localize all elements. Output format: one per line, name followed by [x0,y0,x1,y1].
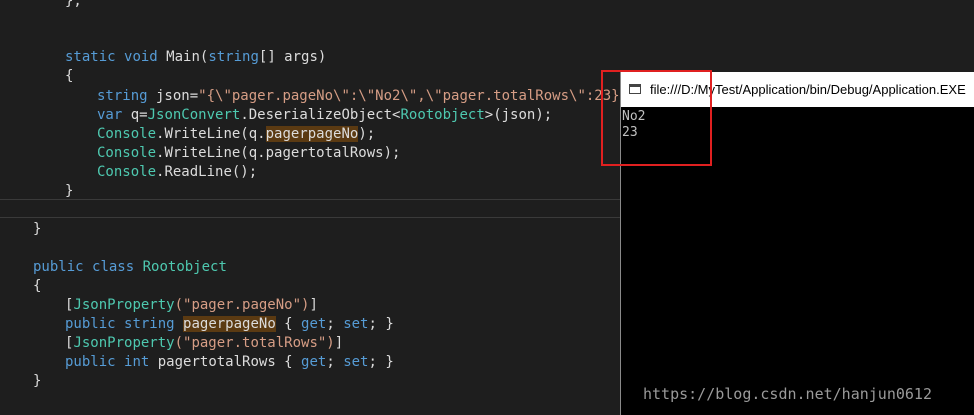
code-line-close-method: } [65,183,74,199]
code-line-main-signature: static void Main(string[] args) [65,49,327,65]
annotation-highlight-box [601,70,712,166]
code-line-json: string json="{\"pager.pageNo\":\"No2\",\… [97,88,637,104]
code-line-writeline-totalrows: Console.WriteLine(q.pagertotalRows); [97,145,401,161]
code-line-close-class: } [33,221,42,237]
code-line-open-brace: { [65,68,74,84]
code-line-class-open: { [33,278,42,294]
highlighted-reference: pagerpageNo [265,126,359,142]
code-line-property-pageno: public string pagerpageNo { get; set; } [65,316,394,332]
code-line-readline: Console.ReadLine(); [97,164,258,180]
code-line-property-totalrows: public int pagertotalRows { get; set; } [65,354,394,370]
code-line-class-decl: public class Rootobject [33,259,227,275]
code-line-class-close: } [33,373,42,389]
code-line-attribute-totalrows: [JsonProperty("pager.totalRows")] [65,335,344,351]
code-line-deserialize: var q=JsonConvert.DeserializeObject<Root… [97,107,553,123]
code-line-fragment: }, [65,0,82,9]
highlighted-property: pagerpageNo [183,316,276,332]
code-line-writeline-pageno: Console.WriteLine(q.pagerpageNo); [97,126,376,142]
code-line-attribute-pageno: [JsonProperty("pager.pageNo")] [65,297,318,313]
watermark: https://blog.csdn.net/hanjun0612 [643,385,932,403]
